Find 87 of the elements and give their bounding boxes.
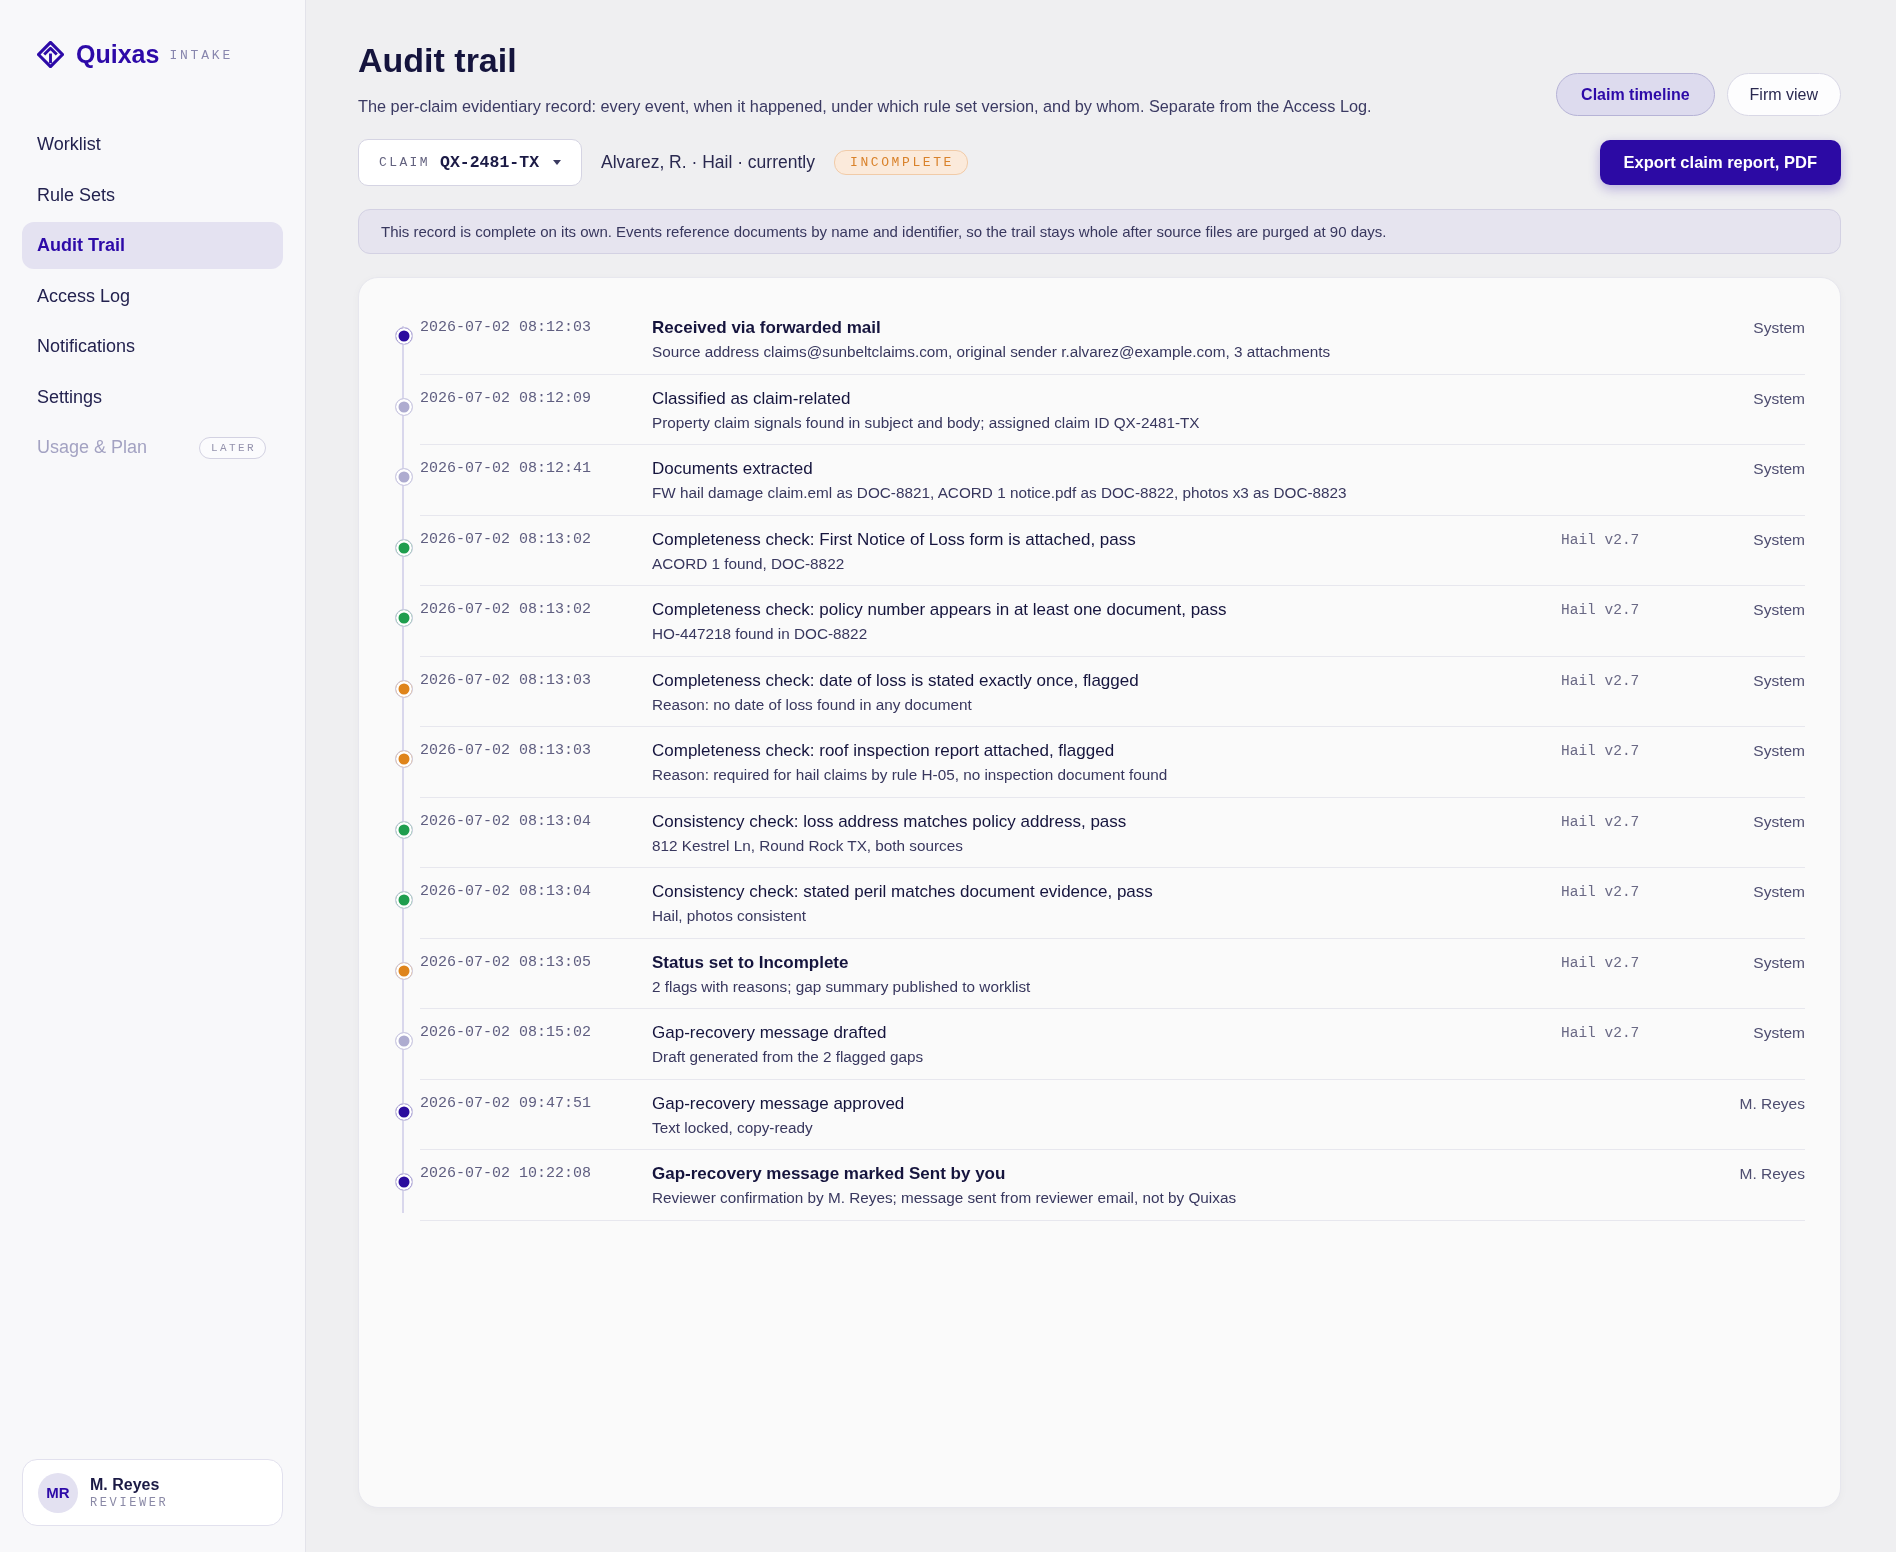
user-name: M. Reyes xyxy=(90,1475,161,1494)
event-title: Documents extracted xyxy=(652,458,814,480)
claim-label: CLAIM xyxy=(379,155,430,170)
event-actor: System xyxy=(1753,742,1805,759)
nav-item[interactable]: Audit Trail xyxy=(22,222,283,269)
event-time: 2026-07-02 08:12:03 xyxy=(420,318,593,338)
rule-set-version: Hail v2.7 xyxy=(1561,743,1640,759)
event-detail: 2 flags with reasons; gap summary published to worklist xyxy=(652,976,1032,997)
user-role: REVIEWER xyxy=(90,1495,169,1510)
view-tab[interactable]: Claim timeline xyxy=(1556,73,1715,116)
event-time: 2026-07-02 08:13:04 xyxy=(420,811,593,832)
event-actor: System xyxy=(1753,319,1805,336)
page-subtitle: The per-claim evidentiary record: every event, when it happened, under which rule set version, and by whom. Separate from the Access Log. xyxy=(358,96,1372,117)
event-actor: System xyxy=(1753,389,1805,407)
later-badge: LATER xyxy=(199,436,266,459)
event-actor: M. Reyes xyxy=(1739,1165,1805,1182)
event-detail: Property claim signals found in subject and body; assigned claim ID QX-2481-TX xyxy=(652,412,1201,433)
event-actor: M. Reyes xyxy=(1739,1094,1805,1112)
info-banner: This record is complete on its own. Events reference documents by name and identifier, so the trail stays whole after source files are purged at 90 days. xyxy=(358,209,1841,254)
brand-name: Quixas xyxy=(76,39,160,69)
event-title: Classified as claim-related xyxy=(652,387,852,410)
nav-item[interactable]: Worklist xyxy=(22,121,283,168)
event-title: Gap-recovery message marked Sent by you xyxy=(652,1163,1007,1185)
event-title: Status set to Incomplete xyxy=(652,951,850,974)
event-time: 2026-07-02 08:15:02 xyxy=(420,1023,593,1043)
event-actor: System xyxy=(1753,953,1805,971)
nav-item: Usage & Plan LATER xyxy=(22,424,283,471)
rule-set-version: Hail v2.7 xyxy=(1561,884,1640,900)
event-time: 2026-07-02 08:13:03 xyxy=(420,741,593,761)
event-detail: Reviewer confirmation by M. Reyes; message sent from reviewer email, not by Quixas xyxy=(652,1188,1238,1208)
rule-set-version: Hail v2.7 xyxy=(1561,672,1640,689)
page-title: Audit trail xyxy=(358,40,518,80)
event-actor: System xyxy=(1753,883,1805,900)
user-avatar: MR xyxy=(38,1472,78,1513)
event-actor: System xyxy=(1753,460,1805,477)
event-actor: System xyxy=(1753,671,1805,689)
event-detail: Source address claims@sunbeltclaims.com, original sender r.alvarez@example.com, 3 attachments xyxy=(652,342,1332,362)
event-time: 2026-07-02 08:13:02 xyxy=(420,600,593,620)
event-time: 2026-07-02 08:12:09 xyxy=(420,388,593,409)
nav-item[interactable]: Settings xyxy=(22,373,283,421)
event-title: Completeness check: date of loss is stated exactly once, flagged xyxy=(652,669,1140,692)
nav-item[interactable]: Notifications xyxy=(22,323,283,370)
user-card[interactable]: MR M. Reyes REVIEWER xyxy=(22,1459,283,1526)
view-tab[interactable]: Firm view xyxy=(1726,73,1841,116)
event-time: 2026-07-02 10:22:08 xyxy=(420,1164,593,1184)
nav-item[interactable]: Rule Sets xyxy=(22,171,283,219)
event-detail: 812 Kestrel Ln, Round Rock TX, both sources xyxy=(652,835,964,856)
product-label: INTAKE xyxy=(169,47,233,63)
event-time: 2026-07-02 08:12:41 xyxy=(420,459,593,479)
caret-icon xyxy=(553,160,562,165)
event-time: 2026-07-02 08:13:04 xyxy=(420,882,593,902)
event-actor: System xyxy=(1753,812,1805,830)
event-title: Received via forwarded mail xyxy=(652,317,882,339)
claim-summary: Alvarez, R. · Hail · currently xyxy=(601,152,815,173)
rule-set-version: Hail v2.7 xyxy=(1561,531,1640,548)
event-title: Gap-recovery message approved xyxy=(652,1092,906,1115)
event-title: Consistency check: stated peril matches document evidence, pass xyxy=(652,881,1154,903)
event-time: 2026-07-02 08:13:03 xyxy=(420,670,593,691)
event-detail: Draft generated from the 2 flagged gaps xyxy=(652,1047,925,1067)
event-title: Completeness check: policy number appears in at least one document, pass xyxy=(652,599,1228,621)
event-time: 2026-07-02 08:13:05 xyxy=(420,952,593,973)
rule-set-version: Hail v2.7 xyxy=(1561,1025,1640,1041)
event-title: Completeness check: roof inspection report attached, flagged xyxy=(652,740,1116,762)
event-detail: ACORD 1 found, DOC-8822 xyxy=(652,553,846,574)
status-badge: INCOMPLETE xyxy=(834,150,968,175)
event-title: Completeness check: First Notice of Loss form is attached, pass xyxy=(652,528,1137,551)
rule-set-version: Hail v2.7 xyxy=(1561,602,1640,618)
event-title: Gap-recovery message drafted xyxy=(652,1022,888,1044)
event-detail: FW hail damage claim.eml as DOC-8821, ACORD 1 notice.pdf as DOC-8822, photos x3 as DOC-8823 xyxy=(652,483,1348,503)
nav-item[interactable]: Access Log xyxy=(22,272,283,320)
event-title: Consistency check: loss address matches policy address, pass xyxy=(652,810,1128,833)
claim-selector[interactable]: CLAIM QX-2481-TX xyxy=(358,139,583,186)
event-time: 2026-07-02 08:13:02 xyxy=(420,529,593,550)
event-detail: Reason: required for hail claims by rule H-05, no inspection document found xyxy=(652,765,1169,785)
event-detail: Hail, photos consistent xyxy=(652,906,807,926)
event-detail: HO-447218 found in DOC-8822 xyxy=(652,624,869,644)
event-detail: Reason: no date of loss found in any document xyxy=(652,694,973,715)
event-actor: System xyxy=(1753,530,1805,548)
rule-set-version: Hail v2.7 xyxy=(1561,954,1640,971)
event-actor: System xyxy=(1753,601,1805,618)
diamond-logo-icon xyxy=(37,40,64,68)
rule-set-version: Hail v2.7 xyxy=(1561,813,1640,830)
event-time: 2026-07-02 09:47:51 xyxy=(420,1093,593,1114)
export-button[interactable]: Export claim report, PDF xyxy=(1599,140,1841,185)
event-detail: Text locked, copy-ready xyxy=(652,1117,814,1138)
event-actor: System xyxy=(1753,1024,1805,1041)
claim-id: QX-2481-TX xyxy=(440,153,540,172)
